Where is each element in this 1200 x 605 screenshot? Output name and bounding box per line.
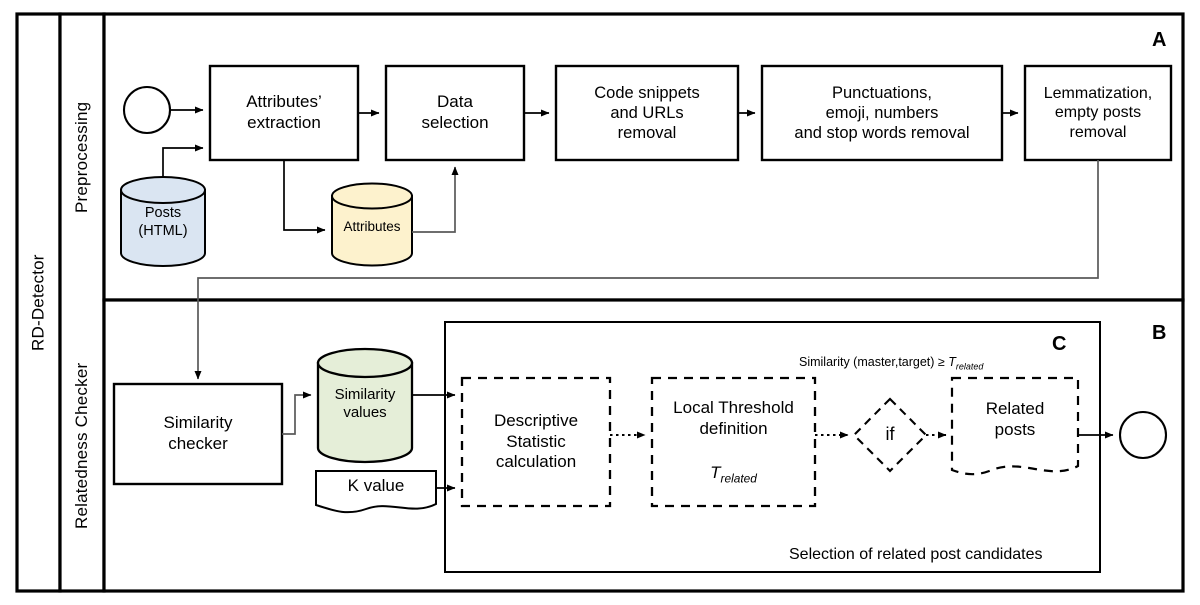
similarity-checker-box: [112, 382, 284, 486]
attributes-cylinder: [331, 182, 413, 267]
k-value-document: [315, 470, 437, 514]
phase-tag-c: C: [1052, 333, 1067, 355]
punctuation-removal-box: [760, 64, 1004, 162]
start-node-circle: [122, 85, 172, 135]
figure-canvas: RD-Detector Preprocessing Relatedness Ch…: [0, 0, 1200, 605]
phase-tag-a: A: [1152, 29, 1167, 51]
lane-label-relatedness-checker: Relatedness Checker: [72, 362, 91, 529]
similarity-condition-symbol: T: [948, 355, 956, 369]
posts-html-cylinder: [120, 176, 206, 267]
similarity-condition-subscript: related: [955, 361, 984, 372]
end-node-circle: [1118, 410, 1168, 460]
descriptive-statistic-box: [460, 376, 612, 508]
local-threshold-box: [650, 376, 817, 508]
code-urls-removal-box: [554, 64, 740, 162]
group-c-caption: Selection of related post candidates: [789, 546, 1043, 563]
related-posts-document: [950, 376, 1080, 476]
diagram-vector-layer: [15, 12, 1185, 593]
similarity-values-cylinder: [316, 347, 414, 464]
lane-label-rd-detector: RD-Detector: [28, 254, 48, 351]
lemmatization-box: [1023, 64, 1173, 162]
phase-tag-b: B: [1152, 322, 1167, 344]
similarity-condition-label: Similarity (master,target) ≥ Trelated: [799, 355, 983, 372]
attributes-extraction-box: [208, 64, 360, 162]
lane-label-preprocessing: Preprocessing: [72, 101, 91, 213]
data-selection-box: [384, 64, 526, 162]
similarity-condition-prefix: Similarity (master,target) ≥: [799, 355, 949, 369]
